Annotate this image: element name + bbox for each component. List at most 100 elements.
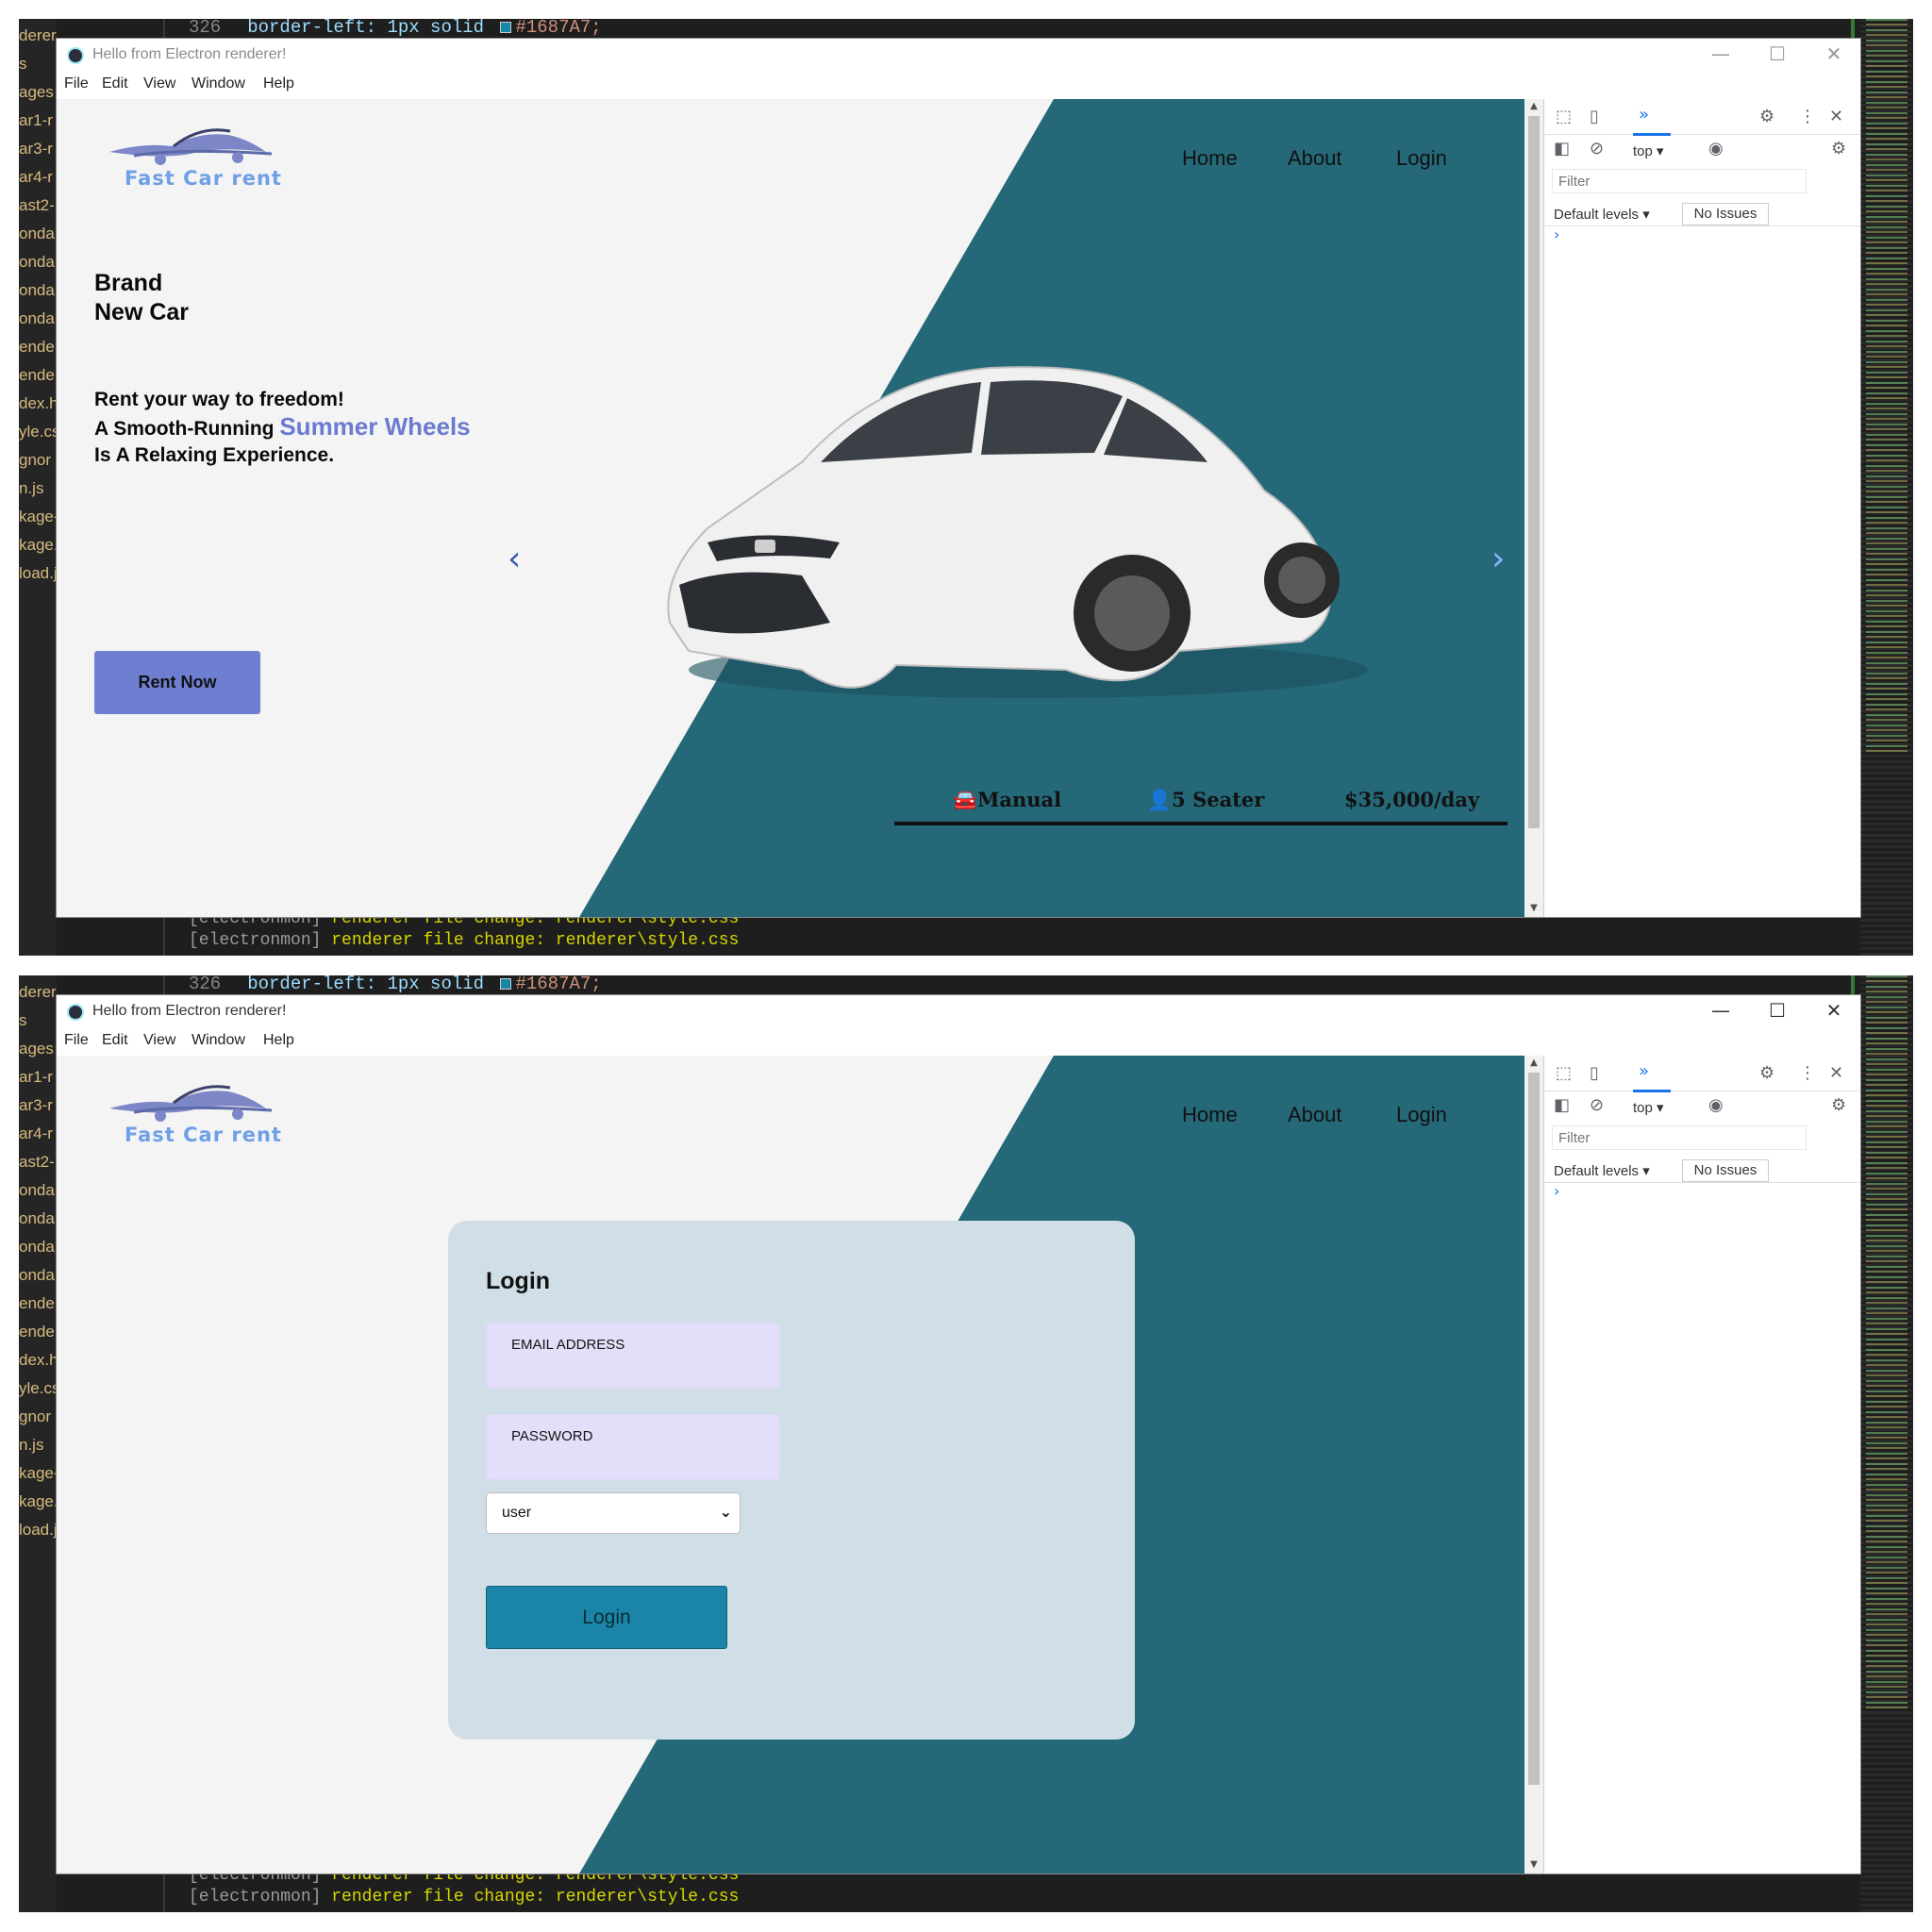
- eye-icon[interactable]: ◉: [1708, 1095, 1724, 1116]
- page-scrollbar[interactable]: ▲ ▼: [1524, 1056, 1543, 1874]
- editor-file-item[interactable]: ar3-r: [19, 1096, 57, 1124]
- device-toolbar-icon[interactable]: ▯: [1590, 1063, 1599, 1084]
- nav-home[interactable]: Home: [1182, 146, 1238, 171]
- editor-file-item[interactable]: load.j: [19, 564, 57, 592]
- editor-file-item[interactable]: onda: [19, 1209, 57, 1238]
- more-tabs-icon[interactable]: »: [1639, 1061, 1649, 1082]
- console-filter-input[interactable]: Filter: [1552, 169, 1807, 193]
- scroll-up-icon[interactable]: ▲: [1528, 101, 1540, 111]
- editor-file-item[interactable]: onda: [19, 253, 57, 281]
- editor-file-item[interactable]: gnor: [19, 451, 57, 479]
- editor-file-item[interactable]: ast2-: [19, 1153, 57, 1181]
- editor-file-item[interactable]: onda: [19, 225, 57, 253]
- menu-edit[interactable]: Edit: [102, 75, 128, 92]
- nav-about[interactable]: About: [1288, 146, 1342, 171]
- close-devtools-icon[interactable]: ✕: [1829, 1063, 1843, 1084]
- editor-file-item[interactable]: derer: [19, 26, 57, 55]
- editor-file-item[interactable]: ages: [19, 83, 57, 111]
- editor-file-item[interactable]: kage.: [19, 1492, 57, 1521]
- close-devtools-icon[interactable]: ✕: [1829, 107, 1843, 127]
- editor-file-item[interactable]: onda: [19, 309, 57, 338]
- menu-file[interactable]: File: [64, 75, 89, 92]
- inspect-element-icon[interactable]: ⬚: [1556, 107, 1572, 127]
- editor-file-item[interactable]: kage-: [19, 508, 57, 536]
- menu-help[interactable]: Help: [263, 75, 294, 92]
- editor-file-item[interactable]: ar4-r: [19, 1124, 57, 1153]
- editor-file-item[interactable]: ar1-r: [19, 111, 57, 140]
- editor-file-item[interactable]: yle.css: [19, 423, 57, 451]
- sidebar-toggle-icon[interactable]: ◧: [1554, 139, 1570, 159]
- editor-file-item[interactable]: ar4-r: [19, 168, 57, 196]
- editor-file-item[interactable]: ages: [19, 1040, 57, 1068]
- editor-file-item[interactable]: onda: [19, 1238, 57, 1266]
- editor-file-item[interactable]: kage.: [19, 536, 57, 564]
- log-levels-dropdown[interactable]: Default levels ▾: [1554, 1162, 1650, 1179]
- scroll-thumb[interactable]: [1528, 1073, 1540, 1785]
- carousel-prev-icon[interactable]: ‹: [508, 542, 521, 576]
- clear-console-icon[interactable]: ⊘: [1590, 1095, 1604, 1116]
- console-prompt-icon[interactable]: ›: [1554, 1182, 1559, 1200]
- maximize-button[interactable]: ☐: [1749, 41, 1806, 69]
- settings-gear-icon[interactable]: ⚙: [1759, 107, 1774, 127]
- clear-console-icon[interactable]: ⊘: [1590, 139, 1604, 159]
- editor-file-item[interactable]: load.j: [19, 1521, 57, 1549]
- editor-file-item[interactable]: ende: [19, 366, 57, 394]
- editor-file-item[interactable]: yle.css: [19, 1379, 57, 1407]
- device-toolbar-icon[interactable]: ▯: [1590, 107, 1599, 127]
- console-prompt-icon[interactable]: ›: [1554, 225, 1559, 243]
- editor-file-item[interactable]: onda: [19, 281, 57, 309]
- minimize-button[interactable]: —: [1692, 997, 1749, 1025]
- editor-file-item[interactable]: dex.h: [19, 1351, 57, 1379]
- editor-file-item[interactable]: ar3-r: [19, 140, 57, 168]
- nav-login[interactable]: Login: [1396, 1103, 1447, 1127]
- editor-file-item[interactable]: s: [19, 55, 57, 83]
- nav-home[interactable]: Home: [1182, 1103, 1238, 1127]
- eye-icon[interactable]: ◉: [1708, 139, 1724, 159]
- console-filter-input[interactable]: Filter: [1552, 1125, 1807, 1150]
- page-scrollbar[interactable]: ▲ ▼: [1524, 99, 1543, 917]
- password-field[interactable]: PASSWORD: [486, 1414, 780, 1480]
- kebab-menu-icon[interactable]: ⋮: [1799, 1063, 1816, 1084]
- logo-text[interactable]: Fast Car rent: [125, 167, 282, 190]
- scroll-thumb[interactable]: [1528, 116, 1540, 828]
- log-levels-dropdown[interactable]: Default levels ▾: [1554, 206, 1650, 223]
- menu-view[interactable]: View: [143, 75, 175, 92]
- role-select[interactable]: user ⌄: [486, 1492, 741, 1534]
- logo-text[interactable]: Fast Car rent: [125, 1124, 282, 1146]
- editor-file-item[interactable]: ende: [19, 1294, 57, 1323]
- carousel-next-icon[interactable]: ›: [1491, 542, 1505, 576]
- editor-file-item[interactable]: n.js: [19, 479, 57, 508]
- menu-file[interactable]: File: [64, 1032, 89, 1049]
- editor-file-item[interactable]: ende: [19, 1323, 57, 1351]
- editor-file-item[interactable]: ende: [19, 338, 57, 366]
- editor-file-item[interactable]: n.js: [19, 1436, 57, 1464]
- menu-window[interactable]: Window: [192, 75, 245, 92]
- scroll-down-icon[interactable]: ▼: [1528, 1859, 1540, 1870]
- editor-file-item[interactable]: ast2-: [19, 196, 57, 225]
- editor-file-item[interactable]: s: [19, 1011, 57, 1040]
- email-field[interactable]: EMAIL ADDRESS: [486, 1323, 780, 1389]
- editor-file-item[interactable]: gnor: [19, 1407, 57, 1436]
- close-button[interactable]: ✕: [1806, 997, 1860, 1025]
- inspect-element-icon[interactable]: ⬚: [1556, 1063, 1572, 1084]
- settings-gear-icon[interactable]: ⚙: [1759, 1063, 1774, 1084]
- login-submit-button[interactable]: Login: [486, 1586, 727, 1649]
- console-settings-icon[interactable]: ⚙: [1831, 1095, 1846, 1116]
- menu-help[interactable]: Help: [263, 1032, 294, 1049]
- console-settings-icon[interactable]: ⚙: [1831, 139, 1846, 159]
- menu-view[interactable]: View: [143, 1032, 175, 1049]
- editor-file-item[interactable]: ar1-r: [19, 1068, 57, 1096]
- nav-login[interactable]: Login: [1396, 146, 1447, 171]
- maximize-button[interactable]: ☐: [1749, 997, 1806, 1025]
- issues-button[interactable]: No Issues: [1682, 203, 1769, 225]
- editor-file-item[interactable]: derer: [19, 983, 57, 1011]
- editor-file-item[interactable]: onda: [19, 1266, 57, 1294]
- context-selector[interactable]: top ▾: [1633, 142, 1664, 159]
- scroll-down-icon[interactable]: ▼: [1528, 903, 1540, 913]
- editor-file-item[interactable]: kage-: [19, 1464, 57, 1492]
- nav-about[interactable]: About: [1288, 1103, 1342, 1127]
- kebab-menu-icon[interactable]: ⋮: [1799, 107, 1816, 127]
- minimize-button[interactable]: —: [1692, 41, 1749, 69]
- issues-button[interactable]: No Issues: [1682, 1159, 1769, 1182]
- sidebar-toggle-icon[interactable]: ◧: [1554, 1095, 1570, 1116]
